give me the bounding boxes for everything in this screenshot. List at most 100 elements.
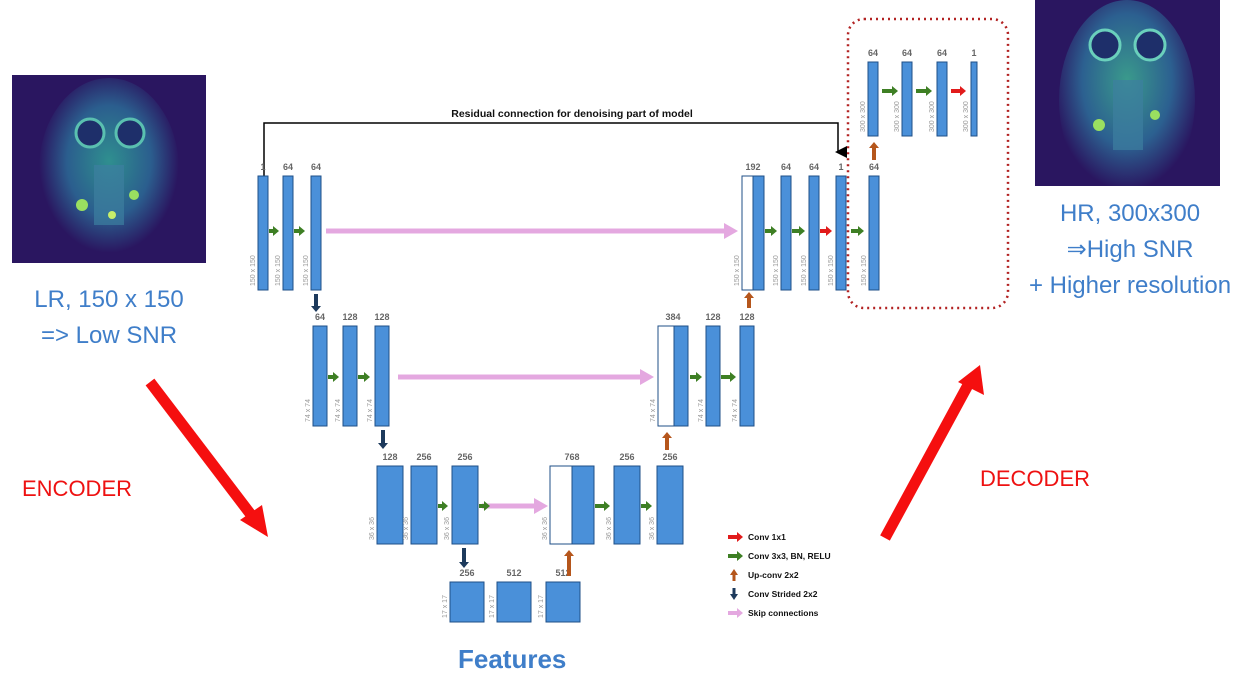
conv3x3-arrow-4: [358, 372, 370, 382]
enc2-size-label: 74 x 74: [305, 399, 312, 422]
dec1-feature-block: [835, 175, 847, 291]
enc1-feature-block: [310, 175, 322, 291]
dec2-block-2: 128 74 x 74: [698, 312, 721, 427]
dec3-feature-block: [613, 465, 641, 545]
enc3-block-3: 256 36 x 36: [444, 452, 479, 545]
dec2-channels-label: 128: [705, 312, 720, 322]
enc1-size-label: 150 x 150: [303, 255, 310, 286]
dec3-feature-block: [656, 465, 684, 545]
legend-item-skip: Skip connections: [728, 608, 819, 618]
enc2-block-1: 64 74 x 74: [305, 312, 328, 427]
legend-label-skip: Skip connections: [748, 608, 819, 618]
legend-item-upconv: Up-conv 2x2: [730, 569, 799, 581]
sr-feature-block: [936, 61, 948, 137]
bottleneck-size-label: 17 x 17: [538, 595, 545, 618]
dec1-block-1: 192 150 x 150: [734, 162, 765, 291]
bottleneck-feature-block: [496, 581, 532, 623]
sr-size-label: 300 x 300: [860, 101, 867, 132]
dec2-channels-label: 384: [665, 312, 680, 322]
bottleneck-channels-label: 256: [459, 568, 474, 578]
enc2-feature-block: [312, 325, 328, 427]
enc2-channels-label: 64: [315, 312, 325, 322]
residual-label: Residual connection for denoising part o…: [451, 108, 693, 120]
enc1-channels-label: 64: [311, 162, 321, 172]
up1-block-1: 64 150 x 150: [861, 162, 880, 291]
enc3-feature-block: [376, 465, 404, 545]
enc2-size-label: 74 x 74: [335, 399, 342, 422]
enc2-size-label: 74 x 74: [367, 399, 374, 422]
conv3x3-arrow-10: [721, 372, 736, 382]
enc3-size-label: 36 x 36: [444, 517, 451, 540]
dec1-feature-block: [780, 175, 792, 291]
dec1-channels-label: 64: [781, 162, 791, 172]
conv3x3-arrow-3: [328, 372, 339, 382]
enc3-block-2: 256 36 x 36: [403, 452, 438, 545]
dec3-size-label: 36 x 36: [606, 517, 613, 540]
unet-blocks: 1 150 x 150 64 150 x 150 64 150 x 150 64 74 x 7…: [250, 48, 978, 623]
dec1-channels-label: 192: [745, 162, 760, 172]
legend-item-conv3x3: Conv 3x3, BN, RELU: [728, 551, 831, 561]
dec3-channels-label: 256: [662, 452, 677, 462]
legend-label-strided: Conv Strided 2x2: [748, 589, 818, 599]
legend-item-conv1x1: Conv 1x1: [728, 532, 786, 542]
dec1-channels-label: 64: [809, 162, 819, 172]
enc1-feature-block: [257, 175, 269, 291]
conv3x3-arrow-5: [438, 501, 448, 511]
sr-size-label: 300 x 300: [929, 101, 936, 132]
enc1-size-label: 150 x 150: [250, 255, 257, 286]
dec2-size-label: 74 x 74: [698, 399, 705, 422]
sr-channels-label: 64: [902, 48, 912, 58]
bottleneck-channels-label: 512: [506, 568, 521, 578]
legend-item-strided: Conv Strided 2x2: [730, 588, 818, 600]
conv1x1-arrow-1: [820, 226, 832, 236]
bottleneck-block-2: 512 17 x 17: [489, 568, 532, 623]
upconv-arrow-2: [662, 432, 672, 450]
conv3x3-arrow-9: [690, 372, 702, 382]
conv3x3-arrow-13: [851, 226, 864, 236]
conv3x3-arrow-2: [294, 226, 305, 236]
dec2-size-label: 74 x 74: [650, 399, 657, 422]
enc1-channels-label: 64: [283, 162, 293, 172]
dec1-concat-block: [741, 175, 754, 291]
enc2-feature-block: [342, 325, 358, 427]
enc2-block-2: 128 74 x 74: [335, 312, 358, 427]
strided-arrow-1: [311, 294, 321, 312]
enc1-block-2: 64 150 x 150: [275, 162, 294, 291]
legend-label-conv1x1: Conv 1x1: [748, 532, 786, 542]
enc2-channels-label: 128: [374, 312, 389, 322]
dec3-feature-block: [571, 465, 595, 545]
up1-feature-block: [868, 175, 880, 291]
conv3x3-arrow-15: [916, 86, 932, 96]
sr-channels-label: 64: [937, 48, 947, 58]
sr-channels-label: 64: [868, 48, 878, 58]
legend: Conv 1x1 Conv 3x3, BN, RELU Up-conv 2x2 Con…: [728, 532, 831, 618]
up1-channels-label: 64: [869, 162, 879, 172]
encoder-arrow-shaft: [145, 378, 260, 524]
strided-arrow-3: [459, 548, 469, 568]
dec1-feature-block: [808, 175, 820, 291]
bottleneck-block-1: 256 17 x 17: [442, 568, 485, 623]
conv1x1-arrow-2: [951, 86, 966, 96]
sr-feature-block: [970, 61, 978, 137]
dec3-channels-label: 768: [564, 452, 579, 462]
dec3-block-2: 256 36 x 36: [606, 452, 641, 545]
dec2-feature-block: [705, 325, 721, 427]
dec1-feature-block: [752, 175, 765, 291]
skip-arrowhead-1: [724, 223, 738, 239]
bottleneck-feature-block: [545, 581, 581, 623]
enc2-feature-block: [374, 325, 390, 427]
sr-size-label: 300 x 300: [894, 101, 901, 132]
conv3x3-arrow-8: [641, 501, 652, 511]
dec1-block-3: 64 150 x 150: [801, 162, 820, 291]
enc1-size-label: 150 x 150: [275, 255, 282, 286]
dec1-channels-label: 1: [838, 162, 843, 172]
dec2-feature-block: [673, 325, 689, 427]
dec3-block-3: 256 36 x 36: [649, 452, 684, 545]
enc2-block-3: 128 74 x 74: [367, 312, 390, 427]
dec3-size-label: 36 x 36: [649, 517, 656, 540]
up1-size-label: 150 x 150: [861, 255, 868, 286]
enc3-channels-label: 256: [416, 452, 431, 462]
enc1-channels-label: 1: [260, 162, 265, 172]
enc2-channels-label: 128: [342, 312, 357, 322]
dec1-size-label: 150 x 150: [801, 255, 808, 286]
